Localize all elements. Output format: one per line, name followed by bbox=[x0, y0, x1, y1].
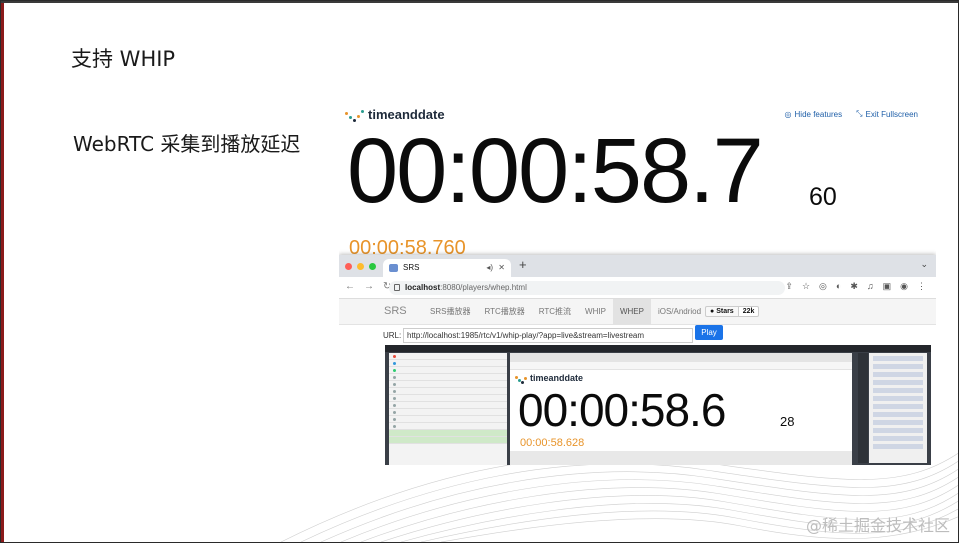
stars-count: 22k bbox=[738, 306, 760, 317]
slide-subtitle: WebRTC 采集到播放延迟 bbox=[73, 132, 301, 156]
timeanddate-logo-icon bbox=[514, 373, 528, 384]
tab-close-icon[interactable]: ✕ bbox=[498, 259, 505, 277]
chevron-down-icon[interactable]: ⌄ bbox=[920, 259, 928, 270]
nav-rtc-player[interactable]: RTC播放器 bbox=[477, 299, 531, 325]
nested-inner-browser bbox=[510, 451, 852, 465]
address-bar-row: ← → ↻ localhost:8080/players/whep.html ⇪… bbox=[339, 277, 936, 299]
stopwatch-display: 00:00:58.7 bbox=[347, 120, 764, 222]
nested-timeanddate-logo: timeanddate bbox=[514, 373, 584, 384]
maximize-window-button[interactable] bbox=[369, 263, 376, 270]
nav-rtc-publish[interactable]: RTC推流 bbox=[532, 299, 578, 325]
eye-off-icon: ◎ bbox=[784, 109, 792, 119]
top-accent-bar bbox=[1, 1, 958, 3]
stream-url-input[interactable]: http://localhost:1985/rtc/v1/whip-play/?… bbox=[403, 328, 693, 343]
nested-stopwatch-precise-time: 00:00:58.628 bbox=[520, 437, 585, 449]
nested-stopwatch-display: 00:00:58.6 bbox=[518, 384, 726, 436]
nested-activity-monitor bbox=[389, 353, 507, 465]
nested-logo-text: timeanddate bbox=[530, 373, 584, 383]
address-bar[interactable]: localhost:8080/players/whep.html bbox=[389, 281, 785, 295]
nested-address-bar bbox=[510, 362, 852, 370]
captured-screen-video: timeanddate 00:00:58.6 28 00:00:58.628 bbox=[385, 345, 931, 465]
nav-whep[interactable]: WHEP bbox=[612, 299, 651, 325]
exit-fullscreen-link[interactable]: ⤡ Exit Fullscreen bbox=[856, 109, 918, 119]
nested-tab-strip bbox=[510, 353, 852, 362]
minimize-window-button[interactable] bbox=[357, 263, 364, 270]
back-arrow-icon[interactable]: ← bbox=[345, 281, 355, 292]
speaker-icon[interactable]: ◂) bbox=[486, 259, 493, 277]
player-url-row: URL: http://localhost:1985/rtc/v1/whip-p… bbox=[383, 328, 693, 343]
nav-srs-player[interactable]: SRS播放器 bbox=[423, 299, 477, 325]
tab-title: SRS bbox=[403, 263, 420, 272]
media-icon[interactable]: ♫ bbox=[867, 281, 874, 292]
srs-brand[interactable]: SRS bbox=[384, 305, 407, 317]
srs-nav-items: SRS播放器 RTC播放器 RTC推流 WHIP WHEP iOS/Andrio… bbox=[423, 299, 708, 325]
nested-scroll-strip bbox=[858, 353, 868, 463]
hide-features-link[interactable]: ◎ Hide features bbox=[785, 109, 843, 119]
collapse-icon: ⤡ bbox=[856, 109, 863, 118]
srs-navbar: SRS SRS播放器 RTC播放器 RTC推流 WHIP WHEP iOS/An… bbox=[339, 299, 936, 325]
hide-features-label: Hide features bbox=[794, 109, 843, 119]
page-info-icon bbox=[394, 284, 400, 291]
nested-stopwatch-milliseconds: 28 bbox=[780, 414, 795, 429]
slide-title: 支持 WHIP bbox=[71, 47, 176, 71]
github-icon: ● bbox=[710, 308, 715, 315]
exit-fullscreen-label: Exit Fullscreen bbox=[865, 109, 918, 119]
extension-icon[interactable]: ◐ bbox=[836, 281, 841, 292]
forward-arrow-icon[interactable]: → bbox=[364, 281, 374, 292]
tab-srs[interactable]: SRS ◂) ✕ bbox=[383, 259, 511, 277]
slide: 支持 WHIP WebRTC 采集到播放延迟 timeanddate ◎ Hid… bbox=[0, 0, 959, 543]
watermark: @稀土掘金技术社区 bbox=[805, 516, 950, 535]
window-controls bbox=[345, 263, 376, 270]
nested-menubar bbox=[385, 345, 931, 352]
new-tab-button[interactable]: + bbox=[519, 257, 527, 272]
stars-label: Stars bbox=[716, 308, 734, 315]
sidebar-icon[interactable]: ▣ bbox=[883, 281, 892, 292]
url-path: :8080/players/whep.html bbox=[440, 283, 527, 292]
github-stars-badge[interactable]: ● Stars 22k bbox=[705, 306, 760, 317]
srs-favicon-icon bbox=[389, 264, 398, 272]
url-label: URL: bbox=[383, 331, 402, 340]
stopwatch-milliseconds: 60 bbox=[809, 183, 837, 211]
puzzle-icon[interactable]: ✱ bbox=[850, 281, 858, 292]
profile-icon[interactable]: ◉ bbox=[900, 281, 908, 292]
nav-ios-android[interactable]: iOS/Andriod bbox=[651, 299, 708, 325]
play-button[interactable]: Play bbox=[695, 325, 723, 340]
url-host: localhost bbox=[405, 283, 441, 292]
bookmark-star-icon[interactable]: ☆ bbox=[802, 281, 810, 292]
nested-browser-window: timeanddate 00:00:58.6 28 00:00:58.628 bbox=[510, 353, 852, 465]
tab-strip: SRS ◂) ✕ + ⌄ bbox=[339, 255, 936, 277]
extension-icon[interactable]: ◎ bbox=[819, 281, 827, 292]
close-window-button[interactable] bbox=[345, 263, 352, 270]
share-icon[interactable]: ⇪ bbox=[785, 281, 793, 292]
latency-screenshot: timeanddate ◎ Hide features ⤡ Exit Fulls… bbox=[339, 105, 936, 465]
browser-window: SRS ◂) ✕ + ⌄ ← → ↻ localhost:8080/player… bbox=[339, 255, 936, 465]
nav-whip[interactable]: WHIP bbox=[578, 299, 613, 325]
menu-icon[interactable]: ⋮ bbox=[917, 281, 926, 292]
nested-log-panel bbox=[869, 353, 927, 463]
